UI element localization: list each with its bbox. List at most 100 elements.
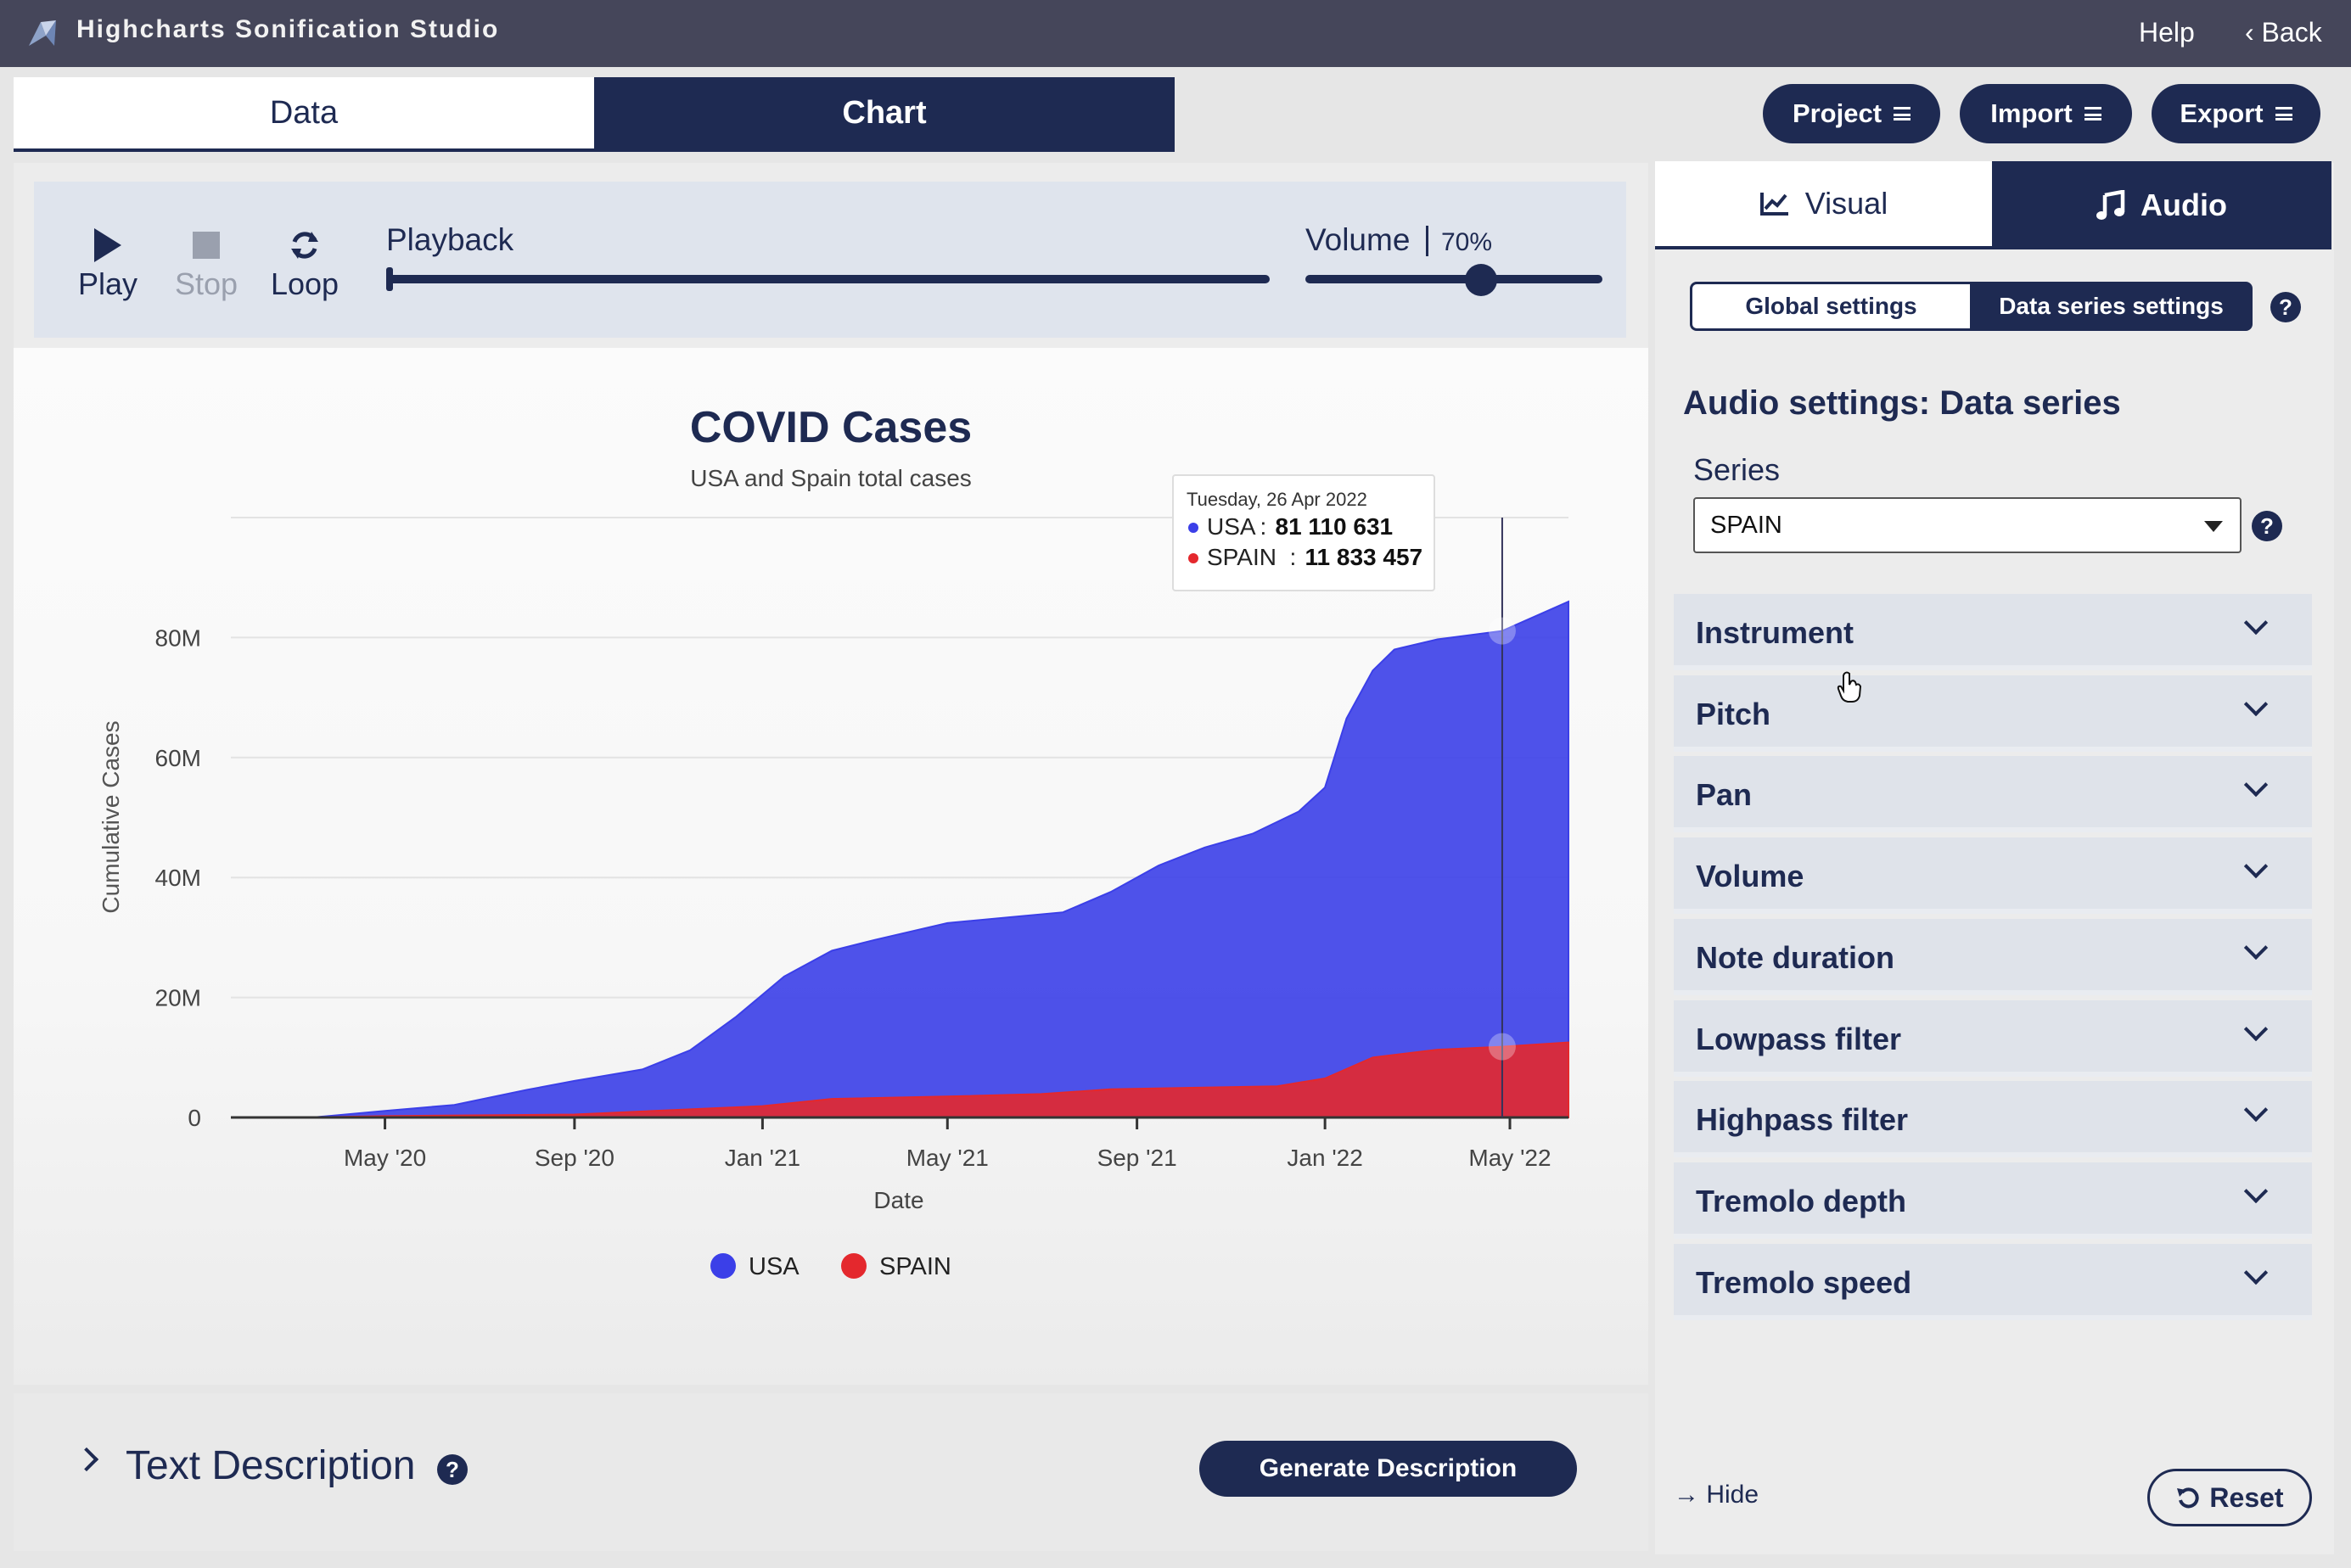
x-tick-label: Sep '20 <box>535 1145 614 1171</box>
tab-visual-label: Visual <box>1804 186 1888 221</box>
accordion-item-label: Lowpass filter <box>1696 1021 1902 1056</box>
accordion-item-label: Pitch <box>1696 696 1771 731</box>
back-label: Back <box>2261 17 2322 48</box>
y-tick-label: 80M <box>155 624 201 651</box>
chevron-down-icon <box>2243 610 2269 636</box>
export-label: Export <box>2180 98 2264 128</box>
loop-icon <box>291 232 318 259</box>
tooltip-date: Tuesday, 26 Apr 2022 <box>1187 489 1367 510</box>
hover-marker <box>1488 1033 1516 1061</box>
series-label: Series <box>1693 452 1781 487</box>
tab-data[interactable]: Data <box>14 77 594 148</box>
accordion-item[interactable]: Tremolo depth <box>1674 1162 2312 1239</box>
caret-down-icon <box>2204 521 2223 532</box>
chevron-down-icon <box>2243 1260 2269 1285</box>
chart-subtitle: USA and Spain total cases <box>690 465 972 491</box>
y-tick-label: 40M <box>155 865 201 891</box>
main-tabs: Data Chart <box>14 77 1175 152</box>
volume-value: 70% <box>1441 228 1493 256</box>
chart-area: COVID Cases USA and Spain total cases 0 20M… <box>14 348 1648 1385</box>
accordion-item-label: Highpass filter <box>1696 1102 1909 1138</box>
accordion-item-label: Tremolo depth <box>1696 1183 1907 1218</box>
import-button[interactable]: Import <box>1960 84 2132 143</box>
volume-handle[interactable] <box>1465 264 1498 296</box>
series-area-usa <box>231 600 1569 1118</box>
series-select[interactable]: SPAIN <box>1693 497 2242 553</box>
reset-button[interactable]: Reset <box>2147 1469 2312 1526</box>
chevron-down-icon <box>2243 854 2269 879</box>
x-tick-label: May '21 <box>906 1145 989 1171</box>
playback-label: Playback <box>386 222 514 257</box>
accordion-item-label: Tremolo speed <box>1696 1264 1912 1300</box>
x-tick-label: Jan '21 <box>725 1145 800 1171</box>
accordion-item[interactable]: Note duration <box>1674 918 2312 995</box>
divider <box>1426 226 1428 256</box>
hide-link[interactable]: → Hide <box>1674 1481 1759 1509</box>
chevron-down-icon <box>2243 773 2269 798</box>
chevron-down-icon <box>2243 935 2269 960</box>
question-icon[interactable]: ? <box>437 1454 468 1485</box>
question-icon[interactable]: ? <box>2252 511 2282 541</box>
loop-label: Loop <box>270 266 339 301</box>
loop-button[interactable]: Loop <box>267 224 343 302</box>
play-button[interactable]: Play <box>70 224 146 302</box>
volume-slider[interactable] <box>1305 275 1602 283</box>
accordion-item[interactable]: Instrument <box>1674 594 2312 670</box>
chevron-left-icon: ‹ <box>2245 17 2262 48</box>
y-tick-label: 60M <box>155 745 201 771</box>
play-icon <box>94 228 121 262</box>
stop-label: Stop <box>174 266 238 301</box>
app-title: Highcharts Sonification Studio <box>76 15 500 43</box>
accordion-item-label: Note duration <box>1696 939 1894 975</box>
project-label: Project <box>1792 98 1882 128</box>
accordion-item[interactable]: Pitch <box>1674 675 2312 752</box>
arrow-right-icon: → <box>1674 1481 1707 1509</box>
x-tick-label: May '22 <box>1468 1145 1551 1171</box>
question-icon[interactable]: ? <box>2270 292 2301 322</box>
audio-settings-title: Audio settings: Data series <box>1683 384 2121 422</box>
project-button[interactable]: Project <box>1763 84 1940 143</box>
x-tick-label: Sep '21 <box>1097 1145 1177 1171</box>
hamburger-icon <box>2084 107 2101 120</box>
sonification-player: Play Stop Loop Playback Volume 70% <box>34 182 1626 338</box>
chevron-down-icon <box>2243 1098 2269 1123</box>
import-label: Import <box>1990 98 2073 128</box>
stop-button[interactable]: Stop <box>168 224 244 302</box>
accordion-item[interactable]: Highpass filter <box>1674 1081 2312 1158</box>
playback-slider[interactable] <box>387 275 1270 283</box>
legend-marker <box>710 1253 736 1279</box>
accordion-item[interactable]: Pan <box>1674 756 2312 833</box>
top-bar: Highcharts Sonification Studio Help ‹ Ba… <box>0 0 2351 67</box>
legend-label: USA <box>749 1253 800 1280</box>
hand-cursor-icon <box>1837 671 1862 703</box>
global-settings-button[interactable]: Global settings <box>1690 282 1970 331</box>
accordion-item[interactable]: Tremolo speed <box>1674 1243 2312 1320</box>
back-link[interactable]: ‹ Back <box>2245 17 2322 48</box>
series-select-value: SPAIN <box>1710 511 1782 539</box>
generate-description-button[interactable]: Generate Description <box>1199 1441 1577 1497</box>
x-tick-label: May '20 <box>344 1145 426 1171</box>
accordion-item[interactable]: Volume <box>1674 837 2312 915</box>
help-link[interactable]: Help <box>2139 17 2195 48</box>
tab-audio[interactable]: Audio <box>1992 161 2331 249</box>
tab-chart[interactable]: Chart <box>594 77 1175 148</box>
line-chart-icon <box>1759 193 1788 216</box>
hide-label: Hide <box>1706 1481 1759 1509</box>
chevron-down-icon <box>2243 1016 2269 1041</box>
data-series-settings-button[interactable]: Data series settings <box>1970 282 2253 331</box>
hamburger-icon <box>1894 107 1911 120</box>
tooltip-colon: : <box>1260 513 1267 540</box>
export-button[interactable]: Export <box>2152 84 2320 143</box>
text-description-title[interactable]: Text Description <box>126 1442 415 1489</box>
volume-label: Volume <box>1305 222 1411 257</box>
tooltip-dot <box>1188 553 1198 563</box>
accordion-item[interactable]: Lowpass filter <box>1674 1000 2312 1077</box>
hamburger-icon <box>2275 107 2292 120</box>
app-logo-icon <box>29 20 56 46</box>
playback-handle[interactable] <box>386 267 393 291</box>
accordion-item-label: Volume <box>1696 859 1804 894</box>
chevron-down-icon <box>2243 692 2269 716</box>
accordion-item-label: Pan <box>1696 777 1753 813</box>
stop-icon <box>193 232 220 259</box>
tab-visual[interactable]: Visual <box>1655 161 1992 249</box>
